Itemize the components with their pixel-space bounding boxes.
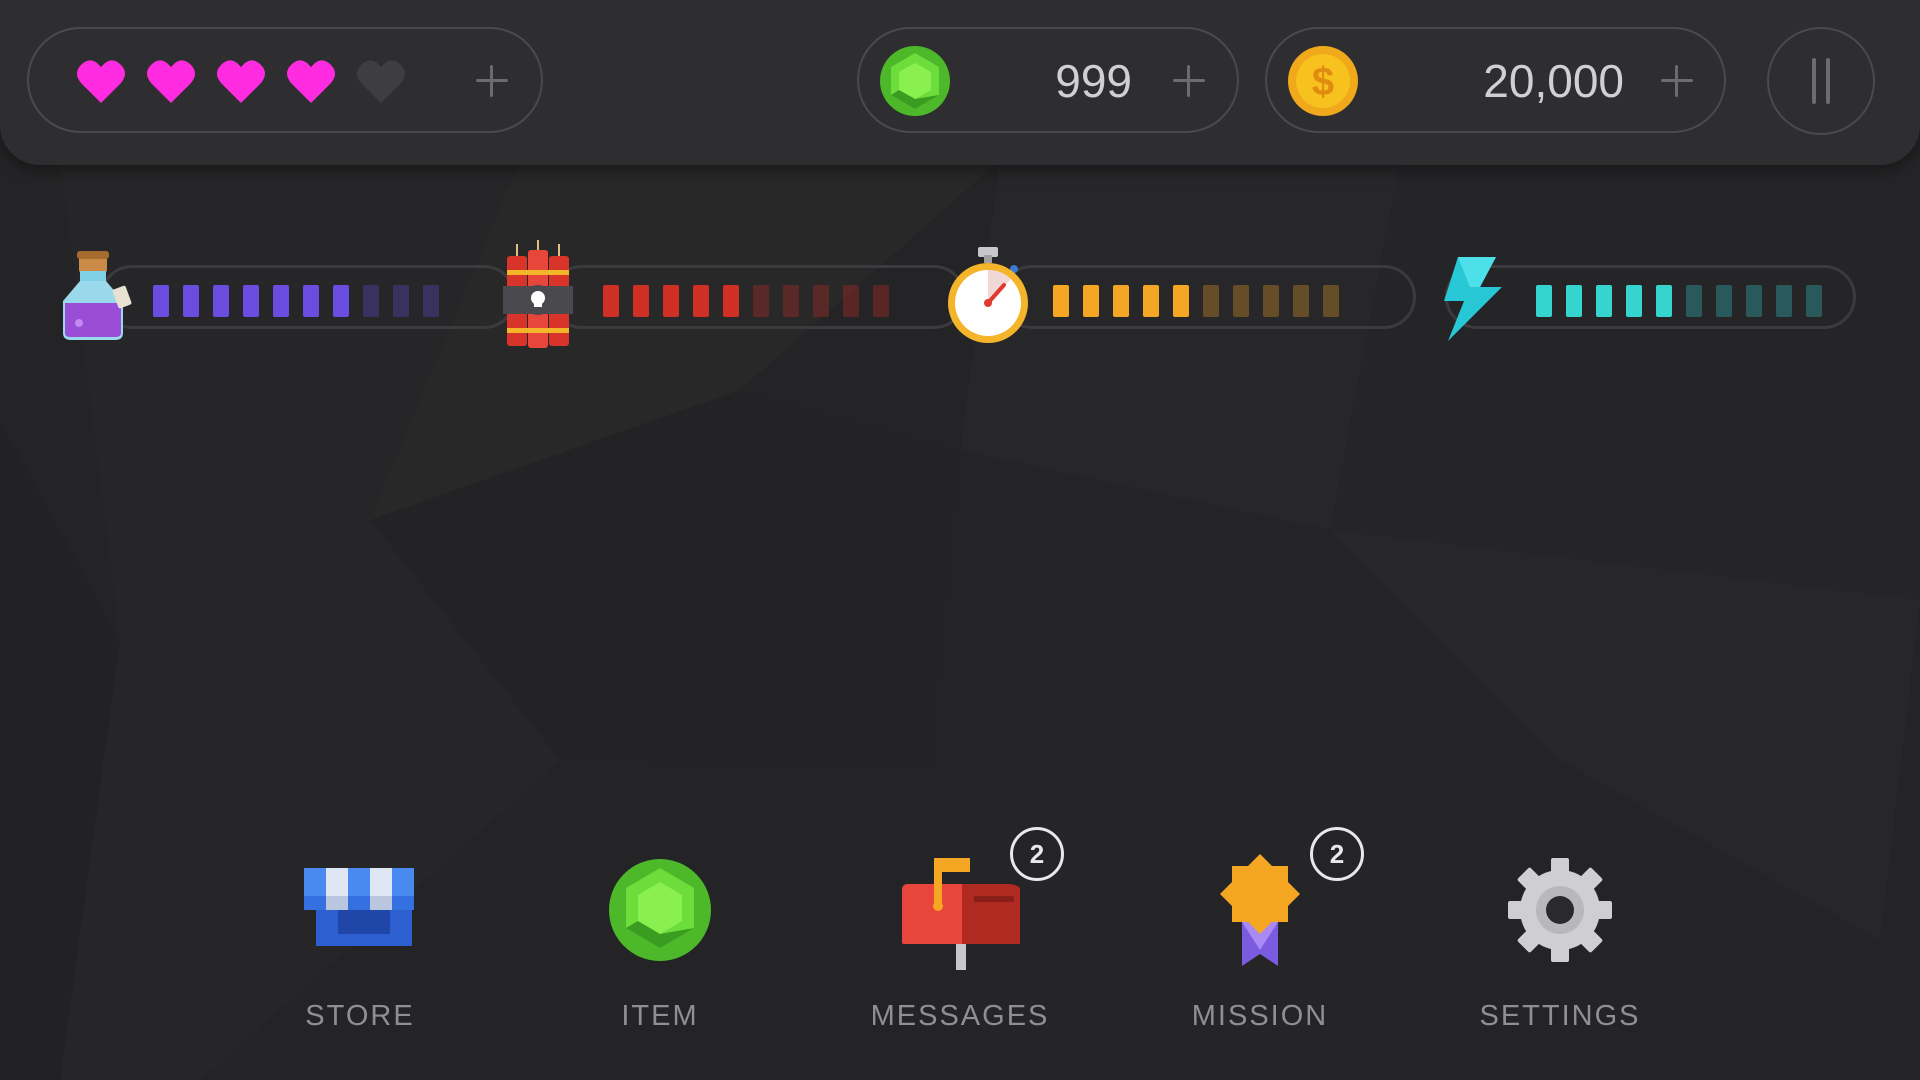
heart-full-icon	[217, 60, 265, 103]
meter-segment-filled	[1053, 285, 1069, 317]
meter-segment-filled	[333, 285, 349, 317]
dynamite-meter	[500, 240, 966, 355]
meter-segment-filled	[243, 285, 259, 317]
coin-count: 20,000	[1483, 55, 1624, 107]
gear-icon	[1508, 858, 1612, 962]
meter-segments	[153, 285, 439, 317]
meter-segment-empty	[1716, 285, 1732, 317]
meter-segments	[603, 285, 889, 317]
gem-icon	[609, 859, 711, 961]
meter-segment-filled	[633, 285, 649, 317]
pause-button[interactable]	[1767, 27, 1875, 135]
meter-segment-filled	[1656, 285, 1672, 317]
svg-text:$: $	[1312, 60, 1334, 104]
meter-segment-empty	[1233, 285, 1249, 317]
messages-badge: 2	[1010, 827, 1064, 881]
meter-segment-filled	[663, 285, 679, 317]
meter-segment-filled	[1173, 285, 1189, 317]
meter-segment-empty	[363, 285, 379, 317]
meter-segment-filled	[1113, 285, 1129, 317]
lightning-bolt-icon	[1444, 257, 1502, 341]
meter-segment-empty	[873, 285, 889, 317]
meter-segment-filled	[1596, 285, 1612, 317]
meter-segment-empty	[1686, 285, 1702, 317]
mission-badge: 2	[1310, 827, 1364, 881]
meter-segment-filled	[1566, 285, 1582, 317]
nav-label: MESSAGES	[870, 1000, 1050, 1032]
nav-label: ITEM	[621, 1000, 699, 1032]
heart-empty-icon	[357, 60, 405, 103]
coin-counter: $ 20,000	[1265, 27, 1726, 133]
meter-segment-filled	[183, 285, 199, 317]
meter-segment-empty	[1293, 285, 1309, 317]
green-gem-icon	[880, 46, 950, 116]
gem-count: 999	[1055, 55, 1132, 107]
gem-counter: 999	[857, 27, 1239, 133]
nav-settings[interactable]: SETTINGS	[1450, 850, 1670, 1050]
nav-label: MISSION	[1191, 1000, 1329, 1032]
timer-meter	[948, 245, 1416, 355]
meter-segment-empty	[1203, 285, 1219, 317]
meter-segment-filled	[1083, 285, 1099, 317]
pause-bar-left	[1812, 58, 1816, 104]
meter-segment-empty	[1746, 285, 1762, 317]
meter-segment-filled	[153, 285, 169, 317]
meter-segment-empty	[1323, 285, 1339, 317]
nav-label: SETTINGS	[1479, 1000, 1641, 1032]
meter-segment-filled	[603, 285, 619, 317]
meter-segment-empty	[813, 285, 829, 317]
nav-messages[interactable]: 2 MESSAGES	[850, 827, 1070, 1050]
meter-segment-empty	[393, 285, 409, 317]
store-icon	[304, 868, 414, 946]
heart-full-icon	[77, 60, 125, 103]
meter-segment-empty	[843, 285, 859, 317]
heart-full-icon	[147, 60, 195, 103]
meter-segment-filled	[303, 285, 319, 317]
meter-segments	[1536, 285, 1822, 317]
potion-meter	[50, 245, 516, 355]
medal-icon	[1220, 854, 1300, 966]
add-gems-button[interactable]	[1163, 55, 1213, 105]
meter-segment-empty	[753, 285, 769, 317]
potion-bottle-icon	[63, 251, 132, 340]
meter-segment-empty	[1776, 285, 1792, 317]
meter-segment-filled	[1626, 285, 1642, 317]
meter-segment-filled	[273, 285, 289, 317]
lives-panel	[27, 27, 543, 133]
heart-full-icon	[287, 60, 335, 103]
meter-segment-empty	[423, 285, 439, 317]
meter-segments	[1053, 285, 1339, 317]
meter-segment-filled	[1536, 285, 1552, 317]
meter-segment-empty	[1263, 285, 1279, 317]
mailbox-icon	[902, 858, 1020, 970]
hearts-row	[75, 55, 407, 107]
nav-item[interactable]: ITEM	[550, 850, 770, 1050]
meter-segment-filled	[723, 285, 739, 317]
nav-mission[interactable]: 2 MISSION	[1150, 827, 1370, 1050]
nav-store[interactable]: STORE	[250, 850, 470, 1050]
meter-segment-filled	[213, 285, 229, 317]
stopwatch-icon	[948, 247, 1028, 343]
nav-label: STORE	[305, 1000, 415, 1032]
add-coins-button[interactable]	[1651, 55, 1701, 105]
energy-meter	[1440, 245, 1860, 355]
meter-segment-empty	[783, 285, 799, 317]
top-bar: 999 $ 20,000	[0, 0, 1920, 165]
meter-segment-empty	[1806, 285, 1822, 317]
gold-coin-icon: $	[1288, 46, 1358, 116]
meter-segment-filled	[693, 285, 709, 317]
dynamite-icon	[503, 240, 573, 348]
meter-segment-filled	[1143, 285, 1159, 317]
add-lives-button[interactable]	[466, 55, 516, 105]
pause-bar-right	[1826, 58, 1830, 104]
